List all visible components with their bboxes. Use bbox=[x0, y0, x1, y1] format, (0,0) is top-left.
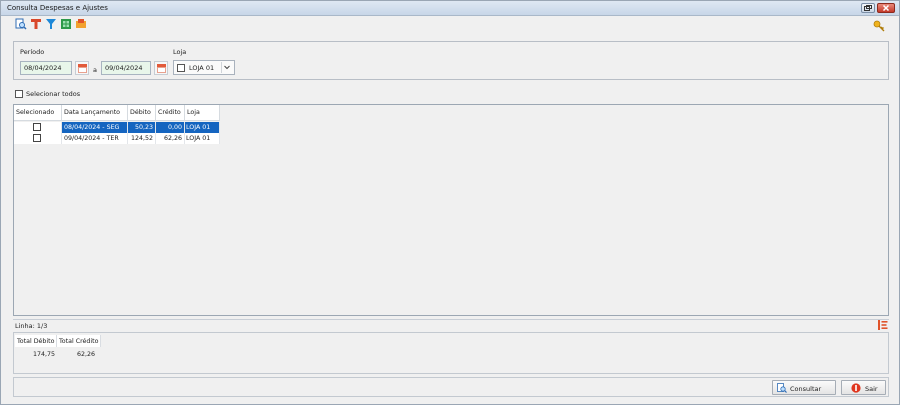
select-all-box[interactable] bbox=[15, 90, 23, 98]
line-counter: Linha: 1/3 bbox=[15, 322, 48, 330]
total-credito-label: Total Crédito bbox=[57, 335, 101, 347]
close-icon bbox=[882, 4, 890, 12]
col-header-credito[interactable]: Crédito bbox=[156, 105, 185, 121]
total-debito-label: Total Débito bbox=[15, 335, 57, 347]
date-from-field[interactable]: 08/04/2024 bbox=[20, 61, 72, 75]
consultar-label: Consultar bbox=[790, 385, 822, 393]
loja-select[interactable]: LOJA 01 bbox=[173, 60, 235, 75]
bottom-bar: Consultar Sair bbox=[13, 377, 889, 397]
date-from-calendar-button[interactable] bbox=[75, 61, 89, 75]
loja-select-value: LOJA 01 bbox=[189, 64, 215, 72]
sort-list-icon[interactable] bbox=[878, 320, 888, 330]
search-document-icon[interactable] bbox=[15, 18, 27, 30]
row-checkbox[interactable] bbox=[33, 134, 41, 142]
data-grid: Selecionado Data Lançamento Débito Crédi… bbox=[13, 104, 889, 316]
close-button[interactable] bbox=[877, 3, 895, 13]
restore-icon bbox=[864, 5, 872, 11]
loja-checkbox[interactable] bbox=[177, 64, 185, 72]
cell-loja: LOJA 01 bbox=[185, 133, 220, 144]
date-separator: a bbox=[93, 66, 97, 74]
col-header-debito[interactable]: Débito bbox=[128, 105, 156, 121]
date-to-field[interactable]: 09/04/2024 bbox=[101, 61, 151, 75]
col-header-loja[interactable]: Loja bbox=[185, 105, 220, 121]
search-document-icon bbox=[777, 383, 787, 393]
sair-button[interactable]: Sair bbox=[841, 380, 886, 395]
select-all-label: Selecionar todos bbox=[26, 90, 81, 98]
consultar-button[interactable]: Consultar bbox=[772, 380, 836, 395]
total-debito-value: 174,75 bbox=[32, 351, 55, 358]
spreadsheet-icon[interactable] bbox=[60, 18, 72, 30]
title-bar: Consulta Despesas e Ajustes bbox=[1, 1, 899, 16]
col-header-selecionado[interactable]: Selecionado bbox=[14, 105, 62, 121]
col-header-data-lancamento[interactable]: Data Lançamento bbox=[62, 105, 128, 121]
window-title: Consulta Despesas e Ajustes bbox=[7, 4, 108, 12]
total-credito-value: 62,26 bbox=[76, 351, 95, 358]
totals-panel: Total Débito Total Crédito 174,75 62,26 bbox=[13, 332, 889, 374]
main-window: Consulta Despesas e Ajustes Período 08/0… bbox=[0, 0, 900, 405]
export-icon[interactable] bbox=[75, 18, 87, 30]
status-bar: Linha: 1/3 bbox=[13, 319, 889, 330]
row-checkbox-cell[interactable] bbox=[14, 133, 62, 144]
periodo-label: Período bbox=[20, 48, 45, 56]
cell-data: 08/04/2024 - SEG bbox=[62, 122, 128, 133]
row-checkbox-cell[interactable] bbox=[14, 122, 62, 133]
filter-icon[interactable] bbox=[45, 18, 57, 30]
restore-button[interactable] bbox=[861, 3, 875, 13]
date-to-calendar-button[interactable] bbox=[154, 61, 168, 75]
chevron-down-icon[interactable] bbox=[221, 62, 232, 73]
cell-credito: 0,00 bbox=[156, 122, 185, 133]
cell-debito: 124,52 bbox=[128, 133, 156, 144]
cell-loja: LOJA 01 bbox=[185, 122, 220, 133]
cell-credito: 62,26 bbox=[156, 133, 185, 144]
exit-icon bbox=[851, 383, 861, 393]
cell-data: 09/04/2024 - TER bbox=[62, 133, 128, 144]
key-icon[interactable] bbox=[873, 20, 885, 32]
cell-debito: 50,23 bbox=[128, 122, 156, 133]
sair-label: Sair bbox=[865, 385, 878, 393]
filter-panel: Período 08/04/2024 a 09/04/2024 Loja LOJ… bbox=[13, 41, 889, 80]
text-tool-icon[interactable] bbox=[30, 18, 42, 30]
loja-label: Loja bbox=[173, 48, 187, 56]
row-checkbox[interactable] bbox=[33, 123, 41, 131]
